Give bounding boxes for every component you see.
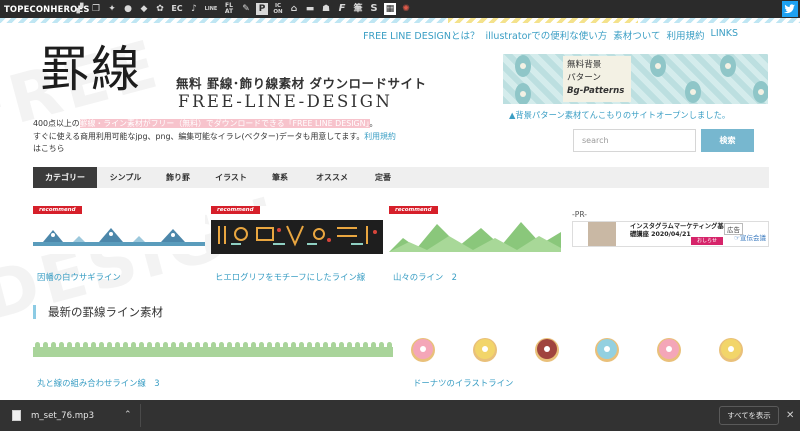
site-network-bar: TOPECONHEROES ▞ ❐ ✦ ● ◆ ✿ EC ♪ LINE FL A… xyxy=(0,0,800,18)
pr-label: -PR- xyxy=(572,210,588,219)
featured-thumbnail[interactable]: recommend xyxy=(33,206,205,254)
download-bar: m_set_76.mp3 ⌃ すべてを表示 ✕ xyxy=(0,400,800,431)
music-note-icon[interactable]: ♪ xyxy=(188,3,200,15)
icon-on-icon[interactable]: IC ON xyxy=(272,3,284,15)
category-nav: カテゴリー シンプル 飾り罫 イラスト 筆系 オススメ 定番 xyxy=(33,167,769,188)
download-filename[interactable]: m_set_76.mp3 xyxy=(31,411,94,421)
site-subtitle: 無料 罫線･飾り線素材 ダウンロードサイト xyxy=(176,76,427,91)
sparkle-icon[interactable]: ✺ xyxy=(400,3,412,15)
banner-label: 無料背景 パターン Bg-Patterns xyxy=(563,56,631,102)
recommend-badge: recommend xyxy=(211,206,260,214)
featured-title[interactable]: 山々のライン 2 xyxy=(393,271,457,283)
ad-button[interactable]: おしらせ xyxy=(691,237,723,245)
flower-icon[interactable]: ✿ xyxy=(154,3,166,15)
divider xyxy=(140,404,141,427)
person-icon[interactable]: ✦ xyxy=(106,3,118,15)
search-button[interactable]: 検索 xyxy=(701,129,754,152)
scallop-line-preview[interactable] xyxy=(33,339,393,357)
intro-tail: はこちら xyxy=(33,144,65,153)
sponsored-ad[interactable]: インスタグラムマーケティング基礎講座 2020/04/21 おしらせ 広告 ☞宣… xyxy=(572,221,769,247)
donut-line-preview[interactable] xyxy=(407,336,767,364)
close-icon[interactable]: ✕ xyxy=(786,400,794,431)
donut xyxy=(595,338,619,362)
tab-recommended[interactable]: オススメ xyxy=(300,167,364,188)
file-icon xyxy=(12,410,21,421)
recommend-badge: recommend xyxy=(389,206,438,214)
banner-caption[interactable]: ▲背景パターン素材てんこもりのサイトオープンしました。 xyxy=(509,109,730,121)
featured-title[interactable]: ヒエログリフをモチーフにしたライン線 xyxy=(215,271,365,283)
damask-pattern xyxy=(515,55,768,104)
nav-illustrator-tips[interactable]: illustratorでの便利な使い方 xyxy=(486,28,608,42)
featured-thumbnail[interactable]: recommend xyxy=(389,206,561,254)
donut xyxy=(473,338,497,362)
s-icon[interactable]: S xyxy=(368,3,380,15)
grid-icon[interactable]: ▦ xyxy=(384,3,396,15)
donut xyxy=(719,338,743,362)
cat-icon[interactable]: ☗ xyxy=(320,3,332,15)
download-item[interactable]: m_set_76.mp3 xyxy=(12,400,94,431)
ad-image[interactable] xyxy=(588,222,616,246)
f-icon[interactable]: F xyxy=(336,3,348,15)
donut xyxy=(411,338,435,362)
speech-bubble-icon[interactable]: ● xyxy=(122,3,134,15)
bg-patterns-banner[interactable]: 無料背景 パターン Bg-Patterns xyxy=(503,54,768,104)
terms-link[interactable]: 利用規約 xyxy=(364,132,396,141)
site-title-english: FREE-LINE-DESIGN xyxy=(178,92,393,111)
nav-links[interactable]: LINKS xyxy=(711,28,738,42)
tab-standard[interactable]: 定番 xyxy=(364,167,402,188)
donut xyxy=(535,338,559,362)
dog-icon[interactable]: ▞ xyxy=(74,3,86,15)
site-logo[interactable]: 罫線 xyxy=(40,42,142,98)
show-all-button[interactable]: すべてを表示 xyxy=(719,406,779,425)
top-navigation: FREE LINE DESIGNとは？ illustratorでの便利な使い方 … xyxy=(363,28,738,42)
nav-about[interactable]: FREE LINE DESIGNとは？ xyxy=(363,28,479,42)
house-icon[interactable]: ⌂ xyxy=(288,3,300,15)
tab-decorative[interactable]: 飾り罫 xyxy=(154,167,202,188)
latest-item-title[interactable]: ドーナツのイラストライン xyxy=(413,377,513,389)
featured-thumbnail[interactable]: recommend xyxy=(211,206,383,254)
nav-terms[interactable]: 利用規約 xyxy=(667,28,705,42)
brush-icon[interactable]: 筆 xyxy=(352,3,364,15)
site-intro: 400点以上の罫線・ライン素材がフリー（無料）でダウンロードできる「FREE L… xyxy=(33,118,413,156)
network-icons: ▞ ❐ ✦ ● ◆ ✿ EC ♪ LINE FL AT ✎ P IC ON ⌂ … xyxy=(74,0,412,18)
pencil-icon[interactable]: ✎ xyxy=(240,3,252,15)
tab-category[interactable]: カテゴリー xyxy=(33,167,97,188)
banner-line-3: Bg-Patterns xyxy=(567,86,625,96)
twitter-icon[interactable] xyxy=(782,1,798,17)
ad-sponsor[interactable]: ☞宣伝会議 xyxy=(734,232,766,242)
copy-icon[interactable]: ❐ xyxy=(90,3,102,15)
tab-simple[interactable]: シンプル xyxy=(97,167,154,188)
donut xyxy=(657,338,681,362)
intro-suffix: 。 xyxy=(369,119,378,128)
banner-line-2: パターン xyxy=(567,73,601,83)
header-stripe xyxy=(0,18,800,23)
ec-icon[interactable]: EC xyxy=(170,3,184,15)
nav-materials[interactable]: 素材ついて xyxy=(613,28,660,42)
intro-body: すぐに使える商用利用可能なjpg、png、編集可能なイラレ(ベクター)データも用… xyxy=(33,131,365,141)
latest-item-title[interactable]: 丸と線の組み合わせライン線 3 xyxy=(37,377,160,389)
intro-highlight: 罫線・ライン素材がフリー（無料）でダウンロードできる「FREE LINE DES… xyxy=(79,119,370,128)
intro-prefix: 400点以上の xyxy=(33,119,80,128)
chevron-up-icon[interactable]: ⌃ xyxy=(124,400,132,431)
search-input[interactable]: search xyxy=(573,129,696,152)
flat-icon[interactable]: FL AT xyxy=(222,3,236,15)
p-icon[interactable]: P xyxy=(256,3,268,15)
recommend-badge: recommend xyxy=(33,206,82,214)
bed-icon[interactable]: ▬ xyxy=(304,3,316,15)
header-stripe-accent xyxy=(448,18,638,23)
line-icon[interactable]: LINE xyxy=(204,3,218,15)
tab-illustration[interactable]: イラスト xyxy=(202,167,260,188)
section-heading: 最新の罫線ライン素材 xyxy=(33,305,163,319)
leaf-icon[interactable]: ◆ xyxy=(138,3,150,15)
tab-brush[interactable]: 筆系 xyxy=(260,167,300,188)
featured-title[interactable]: 因幡の白ウサギライン xyxy=(37,271,121,283)
banner-line-1: 無料背景 xyxy=(567,60,602,70)
